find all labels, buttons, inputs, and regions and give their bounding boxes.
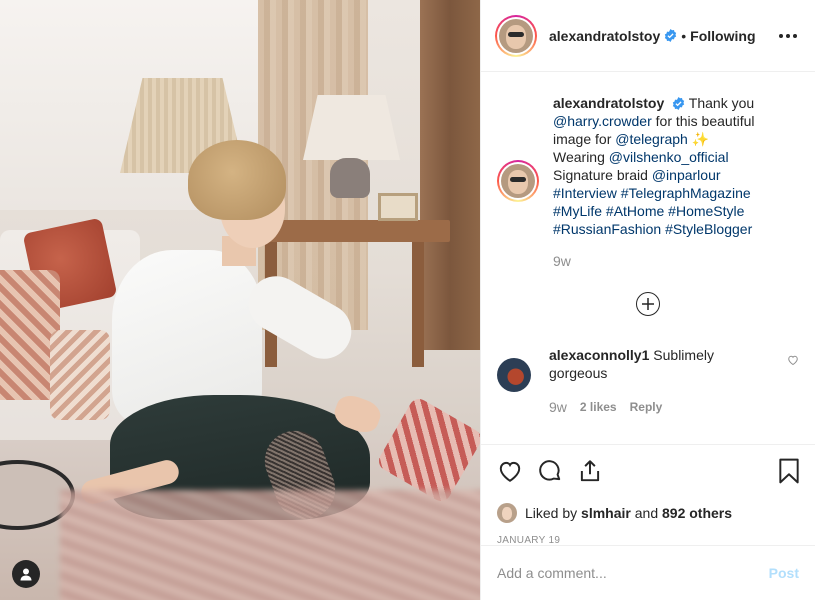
verified-badge-icon	[664, 29, 677, 42]
caption-text: ✨	[687, 131, 710, 147]
caption-body: alexandratolstoy Thank you @harry.crowde…	[553, 94, 768, 270]
action-icons	[497, 457, 801, 485]
post-header: alexandratolstoy • Following	[481, 0, 815, 72]
photo-rug-foreground	[60, 490, 480, 600]
likes-prefix: Liked by	[525, 505, 578, 521]
mention-link[interactable]: @telegraph	[615, 131, 688, 147]
comment-timestamp[interactable]: 9w	[549, 398, 567, 416]
share-icon[interactable]	[577, 458, 603, 484]
heart-icon[interactable]	[787, 354, 799, 416]
user-tag-icon[interactable]	[12, 560, 40, 588]
caption-avatar[interactable]	[497, 160, 539, 202]
more-options-icon[interactable]	[775, 28, 801, 44]
photo-table-leg	[412, 242, 424, 367]
comment-body: alexaconnolly1 Sublimely gorgeous 9w 2 l…	[549, 346, 764, 416]
mention-link[interactable]: @harry.crowder	[553, 113, 652, 129]
hashtag-link[interactable]: #Interview	[553, 185, 617, 201]
separator-dot: •	[681, 27, 687, 44]
post-photo[interactable]	[0, 0, 480, 600]
comment-input[interactable]	[497, 565, 769, 581]
post-actions: Liked by slmhair and 892 others JANUARY …	[481, 444, 815, 546]
photo-lamp	[303, 95, 400, 160]
liker-avatar[interactable]	[497, 503, 517, 523]
photo-lamp-base	[330, 158, 370, 198]
comment-meta: 9w 2 likes Reply	[549, 398, 764, 416]
photo-picture-frame	[378, 193, 418, 221]
photo-person-hair	[188, 140, 286, 220]
post-button[interactable]: Post	[769, 565, 799, 581]
caption-text: Wearing	[553, 149, 609, 165]
caption-text: Signature braid	[553, 167, 652, 183]
commenter-username[interactable]: alexaconnolly1	[549, 347, 649, 363]
comments-list[interactable]: alexandratolstoy Thank you @harry.crowde…	[481, 73, 815, 443]
hashtag-link[interactable]: #StyleBlogger	[665, 221, 752, 237]
author-avatar[interactable]	[495, 14, 537, 57]
comment-item: alexaconnolly1 Sublimely gorgeous 9w 2 l…	[497, 346, 799, 416]
post-side-panel: alexandratolstoy • Following alexandrato…	[480, 0, 815, 600]
hashtag-link[interactable]: #AtHome	[606, 203, 664, 219]
commenter-avatar[interactable]	[497, 358, 531, 392]
hashtag-link[interactable]: #HomeStyle	[668, 203, 744, 219]
hashtag-link[interactable]: #TelegraphMagazine	[621, 185, 751, 201]
likes-middle: and	[634, 505, 659, 521]
comment-icon[interactable]	[537, 458, 563, 484]
heart-icon[interactable]	[497, 458, 523, 484]
caption-comment: alexandratolstoy Thank you @harry.crowde…	[497, 94, 799, 270]
load-more-icon[interactable]	[636, 292, 660, 316]
add-comment-bar: Post	[481, 545, 815, 600]
verified-badge-icon	[672, 97, 685, 110]
comment-likes[interactable]: 2 likes	[580, 398, 617, 416]
following-button[interactable]: Following	[690, 28, 755, 44]
photo-doorframe	[420, 0, 480, 350]
bookmark-icon[interactable]	[777, 458, 801, 484]
reply-button[interactable]: Reply	[630, 398, 663, 416]
caption-timestamp[interactable]: 9w	[553, 252, 768, 270]
caption-username[interactable]: alexandratolstoy	[553, 95, 664, 111]
liker-username[interactable]: slmhair	[581, 505, 631, 521]
load-more-comments	[497, 292, 799, 316]
photo-pillow	[50, 330, 110, 420]
caption-text: Thank you	[685, 95, 755, 111]
author-username[interactable]: alexandratolstoy	[549, 28, 660, 44]
likes-count[interactable]: 892 others	[662, 505, 732, 521]
mention-link[interactable]: @inparlour	[652, 167, 721, 183]
likes-summary: Liked by slmhair and 892 others	[497, 503, 801, 523]
hashtag-link[interactable]: #RussianFashion	[553, 221, 661, 237]
partial-next-comment: · · · · · · · ·	[549, 434, 614, 442]
mention-link[interactable]: @vilshenko_official	[609, 149, 729, 165]
hashtag-link[interactable]: #MyLife	[553, 203, 602, 219]
